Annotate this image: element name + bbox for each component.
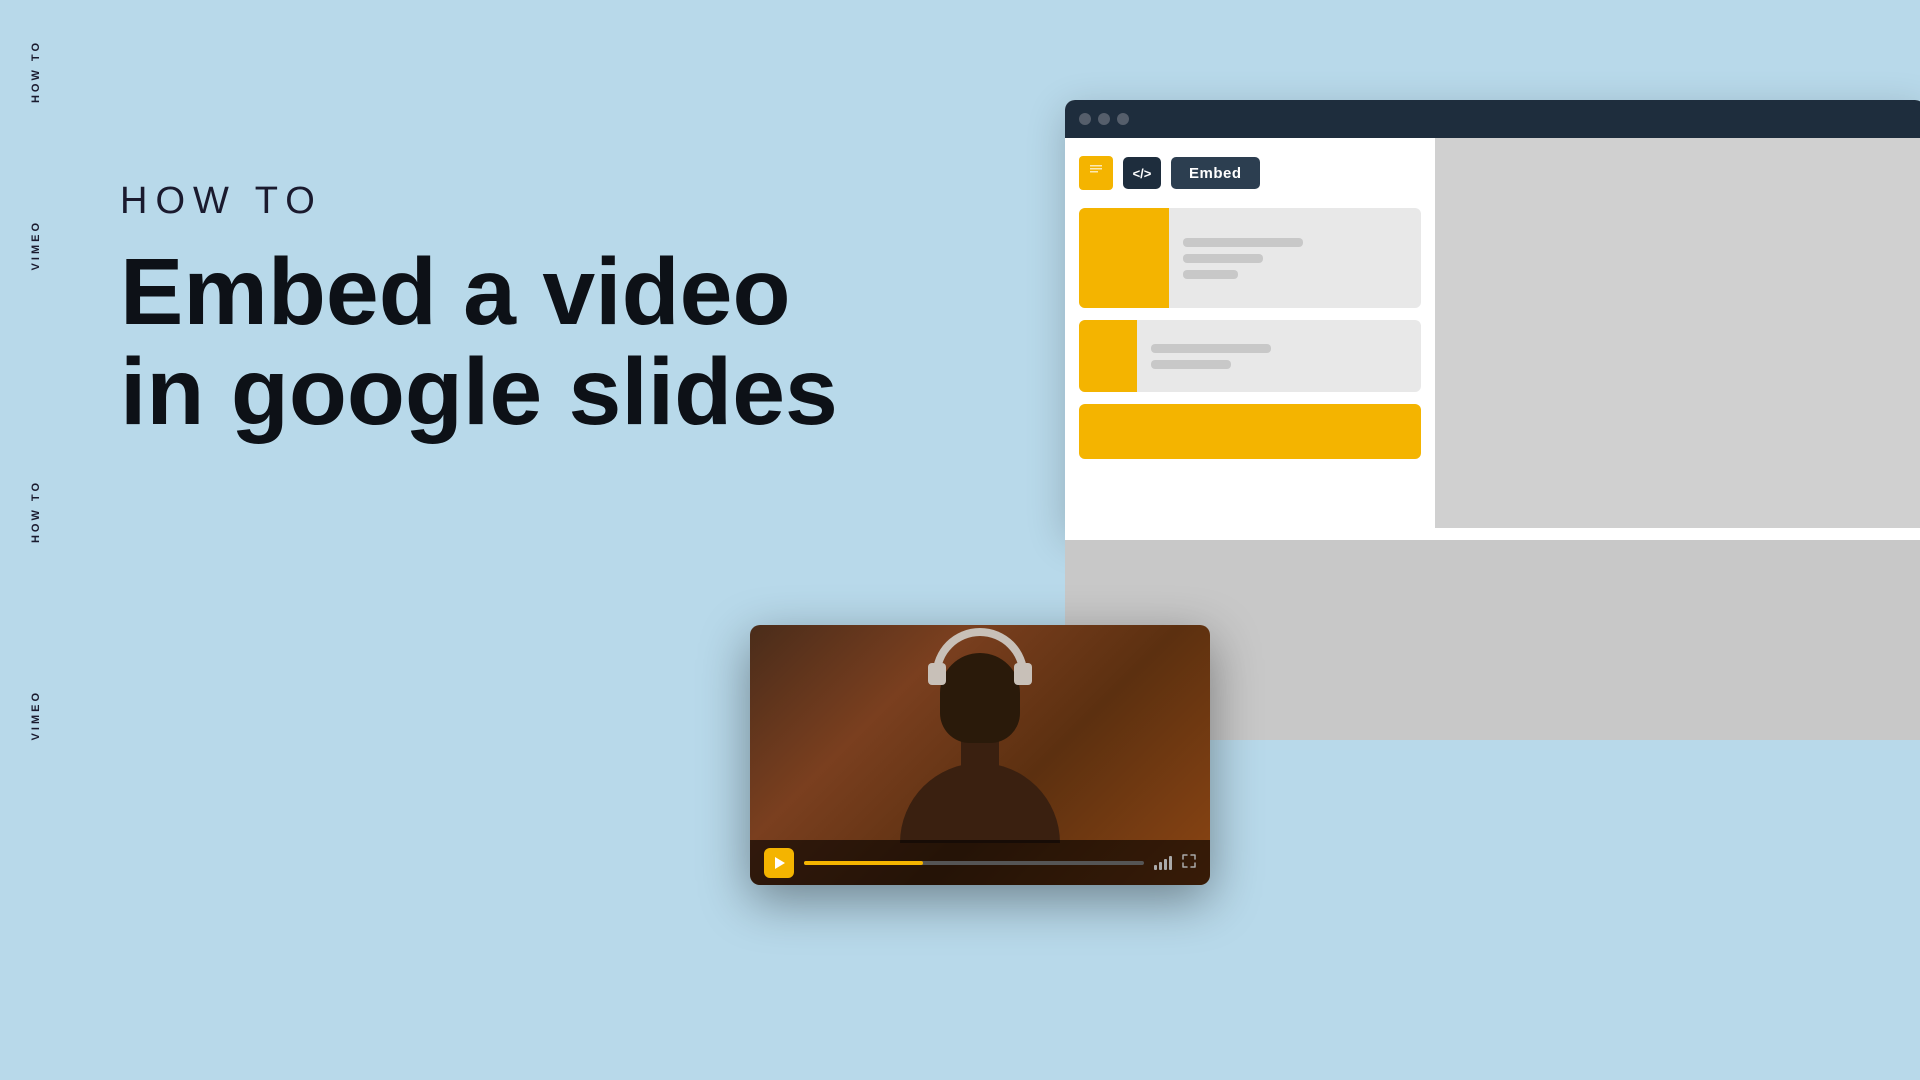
video-controls [750,840,1210,885]
card-line [1183,238,1303,247]
content-card-1 [1079,208,1421,308]
side-label-how-to-top: HOW TO [30,40,42,103]
card-line [1151,344,1271,353]
video-player [750,625,1210,885]
card-lines-1 [1169,226,1317,291]
browser-body: </> Embed [1065,138,1920,530]
progress-fill [804,861,923,865]
side-label-vimeo-bottom: VIMEO [30,690,42,740]
browser-dot-red [1079,113,1091,125]
vol-bar-1 [1154,865,1157,870]
card-thumbnail-3 [1079,404,1421,459]
browser-main-panel: </> Embed [1065,138,1435,530]
card-line [1183,270,1238,279]
browser-bottom-strip [1065,528,1920,540]
hero-content: HOW TO Embed a video in google slides [120,180,838,443]
hero-title: Embed a video in google slides [120,243,838,443]
slides-icon [1079,156,1113,190]
side-label-vimeo-top: VIMEO [30,220,42,270]
code-embed-button[interactable]: </> [1123,157,1161,189]
card-thumbnail-1 [1079,208,1169,308]
play-button[interactable] [764,848,794,878]
progress-bar[interactable] [804,861,1144,865]
play-icon [775,857,785,869]
browser-dot-yellow [1098,113,1110,125]
browser-side-panel [1435,138,1920,530]
card-line [1183,254,1263,263]
content-card-3 [1079,404,1421,459]
embed-button[interactable]: Embed [1171,157,1260,189]
browser-dot-green [1117,113,1129,125]
browser-titlebar [1065,100,1920,138]
content-card-2 [1079,320,1421,392]
browser-window: </> Embed [1065,100,1920,530]
vol-bar-4 [1169,856,1172,870]
vol-bar-2 [1159,862,1162,870]
card-thumbnail-2 [1079,320,1137,392]
toolbar: </> Embed [1079,156,1421,190]
hero-label: HOW TO [120,180,838,223]
volume-icon [1154,856,1172,870]
side-label-how-to-bottom: HOW TO [30,480,42,543]
card-line [1151,360,1231,369]
card-lines-2 [1137,332,1285,381]
vol-bar-3 [1164,859,1167,870]
fullscreen-icon[interactable] [1182,854,1196,871]
